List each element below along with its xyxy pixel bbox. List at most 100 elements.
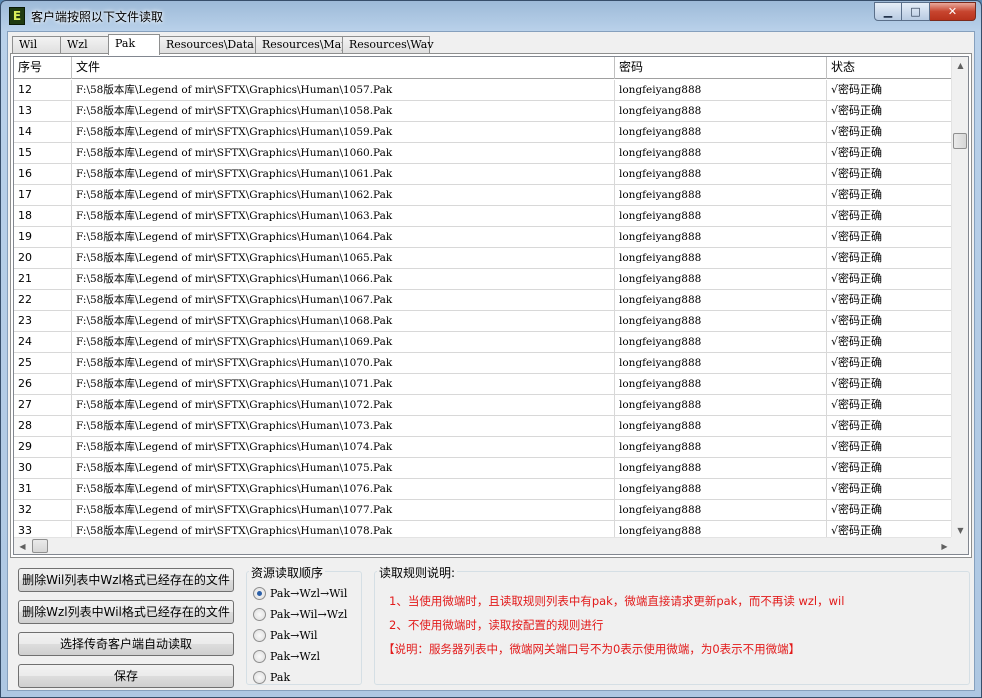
row-index: 23 [14, 311, 72, 331]
row-index: 19 [14, 227, 72, 247]
row-password: longfeiyang888 [615, 206, 827, 226]
table-row[interactable]: 23 F:\58版本库\Legend of mir\SFTX\Graphics\H… [14, 311, 953, 332]
tab-wil[interactable]: Wil [12, 36, 61, 54]
column-header-file[interactable]: 文件 [72, 57, 615, 79]
table-row[interactable]: 21 F:\58版本库\Legend of mir\SFTX\Graphics\H… [14, 269, 953, 290]
horizontal-scroll-thumb[interactable] [32, 539, 48, 553]
row-password: longfeiyang888 [615, 395, 827, 415]
table-header: 序号 文件 密码 状态 [14, 57, 953, 79]
row-password: longfeiyang888 [615, 437, 827, 457]
row-file-path: F:\58版本库\Legend of mir\SFTX\Graphics\Hum… [72, 248, 615, 268]
vertical-scroll-thumb[interactable] [953, 133, 967, 149]
row-index: 27 [14, 395, 72, 415]
row-status: √密码正确 [831, 440, 883, 453]
row-status: √密码正确 [831, 104, 883, 117]
table-body: 12 F:\58版本库\Legend of mir\SFTX\Graphics\H… [14, 80, 953, 542]
table-row[interactable]: 24 F:\58版本库\Legend of mir\SFTX\Graphics\H… [14, 332, 953, 353]
row-file-path: F:\58版本库\Legend of mir\SFTX\Graphics\Hum… [72, 164, 615, 184]
row-password: longfeiyang888 [615, 185, 827, 205]
auto-read-client-button[interactable]: 选择传奇客户端自动读取 [18, 632, 234, 656]
table-row[interactable]: 19 F:\58版本库\Legend of mir\SFTX\Graphics\H… [14, 227, 953, 248]
row-index: 18 [14, 206, 72, 226]
rule-note: 【说明：服务器列表中，微端网关端口号不为0表示使用微端，为0表示不用微端】 [383, 642, 801, 656]
table-row[interactable]: 28 F:\58版本库\Legend of mir\SFTX\Graphics\H… [14, 416, 953, 437]
radio-unchecked-icon[interactable] [253, 607, 266, 621]
row-index: 28 [14, 416, 72, 436]
row-password: longfeiyang888 [615, 458, 827, 478]
row-index: 30 [14, 458, 72, 478]
horizontal-scrollbar[interactable]: ◀ ▶ [14, 537, 953, 554]
file-table[interactable]: 序号 文件 密码 状态 12 F:\58版本库\Legend of mir\SFT… [13, 56, 969, 555]
row-password: longfeiyang888 [615, 143, 827, 163]
read-order-option[interactable]: Pak [253, 669, 290, 685]
table-row[interactable]: 30 F:\58版本库\Legend of mir\SFTX\Graphics\H… [14, 458, 953, 479]
radio-unchecked-icon[interactable] [253, 649, 266, 663]
row-file-path: F:\58版本库\Legend of mir\SFTX\Graphics\Hum… [72, 227, 615, 247]
row-index: 16 [14, 164, 72, 184]
tab-resources-data[interactable]: Resources\Data [159, 36, 256, 54]
save-button[interactable]: 保存 [18, 664, 234, 688]
table-row[interactable]: 29 F:\58版本库\Legend of mir\SFTX\Graphics\H… [14, 437, 953, 458]
tab-resources-map[interactable]: Resources\Map [255, 36, 348, 54]
table-row[interactable]: 27 F:\58版本库\Legend of mir\SFTX\Graphics\H… [14, 395, 953, 416]
read-order-option[interactable]: Pak→Wzl→Wil [253, 585, 347, 601]
row-status: √密码正确 [831, 419, 883, 432]
table-row[interactable]: 13 F:\58版本库\Legend of mir\SFTX\Graphics\H… [14, 101, 953, 122]
tab-pak[interactable]: Pak [108, 34, 160, 55]
tab-strip: Wil Wzl Pak Resources\Data Resources\Map… [12, 34, 434, 55]
row-index: 12 [14, 80, 72, 100]
read-order-option-label: Pak→Wzl [270, 649, 320, 663]
table-row[interactable]: 26 F:\58版本库\Legend of mir\SFTX\Graphics\H… [14, 374, 953, 395]
row-file-path: F:\58版本库\Legend of mir\SFTX\Graphics\Hum… [72, 374, 615, 394]
read-order-option-label: Pak→Wil [270, 628, 318, 642]
maximize-button[interactable]: □ [902, 2, 930, 21]
row-status: √密码正确 [831, 83, 883, 96]
row-file-path: F:\58版本库\Legend of mir\SFTX\Graphics\Hum… [72, 269, 615, 289]
column-header-index[interactable]: 序号 [14, 57, 72, 79]
row-status: √密码正确 [831, 125, 883, 138]
vertical-scrollbar[interactable]: ▲ ▼ [951, 57, 968, 539]
tab-resources-wav[interactable]: Resources\Wav [342, 36, 434, 54]
table-row[interactable]: 32 F:\58版本库\Legend of mir\SFTX\Graphics\H… [14, 500, 953, 521]
row-status: √密码正确 [831, 146, 883, 159]
row-status: √密码正确 [831, 377, 883, 390]
table-row[interactable]: 22 F:\58版本库\Legend of mir\SFTX\Graphics\H… [14, 290, 953, 311]
row-index: 31 [14, 479, 72, 499]
row-password: longfeiyang888 [615, 353, 827, 373]
read-order-option[interactable]: Pak→Wzl [253, 648, 320, 664]
row-index: 22 [14, 290, 72, 310]
table-row[interactable]: 17 F:\58版本库\Legend of mir\SFTX\Graphics\H… [14, 185, 953, 206]
row-index: 21 [14, 269, 72, 289]
delete-wzl-duplicates-button[interactable]: 删除Wzl列表中Wil格式已经存在的文件 [18, 600, 234, 624]
table-row[interactable]: 16 F:\58版本库\Legend of mir\SFTX\Graphics\H… [14, 164, 953, 185]
table-row[interactable]: 31 F:\58版本库\Legend of mir\SFTX\Graphics\H… [14, 479, 953, 500]
title-bar[interactable]: E 客户端按照以下文件读取 ▁ □ ✕ [1, 1, 981, 31]
minimize-button[interactable]: ▁ [874, 2, 902, 21]
column-header-status[interactable]: 状态 [827, 57, 953, 79]
row-password: longfeiyang888 [615, 269, 827, 289]
row-status: √密码正确 [831, 230, 883, 243]
radio-unchecked-icon[interactable] [253, 670, 266, 684]
table-row[interactable]: 15 F:\58版本库\Legend of mir\SFTX\Graphics\H… [14, 143, 953, 164]
read-rules-title: 读取规则说明: [377, 564, 458, 581]
tab-wzl[interactable]: Wzl [60, 36, 109, 54]
table-row[interactable]: 18 F:\58版本库\Legend of mir\SFTX\Graphics\H… [14, 206, 953, 227]
table-row[interactable]: 12 F:\58版本库\Legend of mir\SFTX\Graphics\H… [14, 80, 953, 101]
table-row[interactable]: 14 F:\58版本库\Legend of mir\SFTX\Graphics\H… [14, 122, 953, 143]
read-order-option[interactable]: Pak→Wil→Wzl [253, 606, 347, 622]
delete-wil-duplicates-button[interactable]: 删除Wil列表中Wzl格式已经存在的文件 [18, 568, 234, 592]
table-row[interactable]: 20 F:\58版本库\Legend of mir\SFTX\Graphics\H… [14, 248, 953, 269]
radio-checked-icon[interactable] [253, 586, 266, 600]
table-row[interactable]: 25 F:\58版本库\Legend of mir\SFTX\Graphics\H… [14, 353, 953, 374]
row-index: 25 [14, 353, 72, 373]
row-password: longfeiyang888 [615, 248, 827, 268]
read-order-option[interactable]: Pak→Wil [253, 627, 318, 643]
row-status: √密码正确 [831, 188, 883, 201]
radio-unchecked-icon[interactable] [253, 628, 266, 642]
scroll-up-icon[interactable]: ▲ [952, 57, 968, 74]
row-file-path: F:\58版本库\Legend of mir\SFTX\Graphics\Hum… [72, 311, 615, 331]
close-button[interactable]: ✕ [930, 2, 976, 21]
row-index: 17 [14, 185, 72, 205]
column-header-password[interactable]: 密码 [615, 57, 827, 79]
scroll-left-icon[interactable]: ◀ [14, 538, 31, 554]
